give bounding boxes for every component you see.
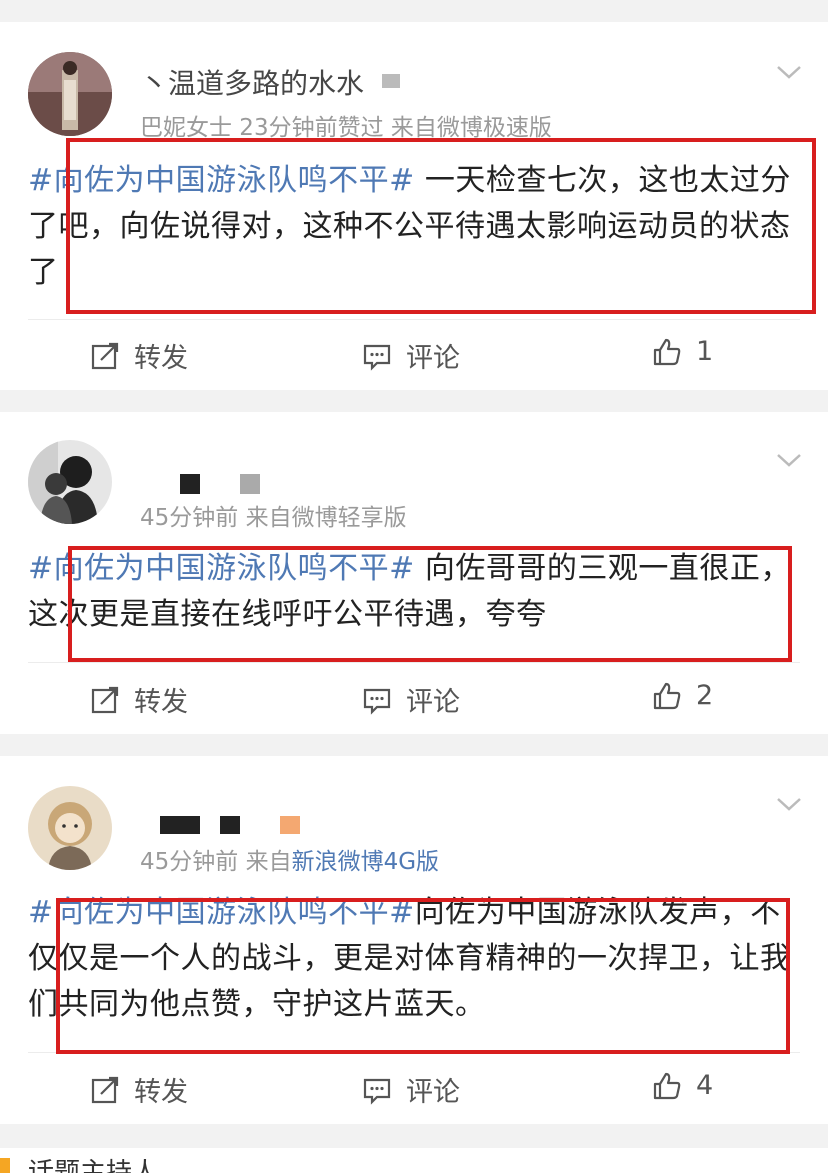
comment-icon (363, 344, 391, 371)
repost-button[interactable]: 转发 (90, 680, 188, 719)
comment-icon (363, 1078, 391, 1105)
hashtag-link[interactable]: #向佐为中国游泳队鸣不平# (28, 895, 415, 930)
like-button[interactable]: 2 (652, 680, 713, 711)
divider (28, 319, 800, 320)
comment-label: 评论 (406, 687, 460, 718)
repost-button[interactable]: 转发 (90, 336, 188, 375)
like-count: 4 (696, 1070, 714, 1101)
section-accent (0, 1158, 10, 1173)
comment-icon (363, 688, 391, 715)
avatar[interactable] (28, 786, 112, 870)
like-icon (653, 1072, 681, 1099)
hashtag-link[interactable]: #向佐为中国游泳队鸣不平# (28, 163, 415, 198)
username-redaction (160, 816, 200, 834)
comment-button[interactable]: 评论 (362, 1070, 460, 1109)
like-icon (653, 682, 681, 709)
like-count: 2 (696, 680, 714, 711)
username-redaction (280, 816, 300, 834)
post-meta: 45分钟前 来自微博轻享版 (140, 505, 407, 531)
post-text: #向佐为中国游泳队鸣不平#向佐为中国游泳队发声，不仅仅是一个人的战斗，更是对体育… (28, 890, 808, 1028)
username-redaction (382, 74, 400, 88)
username-redaction (240, 474, 260, 494)
hashtag-link[interactable]: #向佐为中国游泳队鸣不平# (28, 551, 415, 586)
chevron-down-icon[interactable] (776, 796, 802, 812)
repost-icon (91, 686, 119, 713)
like-icon (653, 338, 681, 365)
comment-button[interactable]: 评论 (362, 336, 460, 375)
like-button[interactable]: 1 (652, 336, 713, 367)
repost-button[interactable]: 转发 (90, 1070, 188, 1109)
repost-icon (91, 1076, 119, 1103)
post-text: #向佐为中国游泳队鸣不平# 一天检查七次，这也太过分了吧，向佐说得对，这种不公平… (28, 158, 808, 296)
divider (28, 1052, 800, 1053)
like-button[interactable]: 4 (652, 1070, 713, 1101)
next-section-header: 话题主持人 (0, 1148, 828, 1173)
post-card: 45分钟前 来自微博轻享版 #向佐为中国游泳队鸣不平# 向佐哥哥的三观一直很正，… (0, 412, 828, 734)
chevron-down-icon[interactable] (776, 452, 802, 468)
post-meta: 巴妮女士 23分钟前赞过 来自微博极速版 (140, 115, 552, 141)
post-meta: 45分钟前 来自新浪微博4G版 (140, 842, 439, 876)
section-title: 话题主持人 (28, 1158, 159, 1173)
comment-label: 评论 (406, 1077, 460, 1108)
comment-label: 评论 (406, 343, 460, 374)
divider (28, 662, 800, 663)
post-card: 45分钟前 来自新浪微博4G版 #向佐为中国游泳队鸣不平#向佐为中国游泳队发声，… (0, 756, 828, 1124)
repost-icon (91, 342, 119, 369)
chevron-down-icon[interactable] (776, 64, 802, 80)
username-redaction (180, 474, 200, 494)
post-text: #向佐为中国游泳队鸣不平# 向佐哥哥的三观一直很正，这次更是直接在线呼吁公平待遇… (28, 546, 808, 638)
avatar[interactable] (28, 440, 112, 524)
username[interactable]: 丶温道多路的水水 (140, 62, 364, 102)
post-meta-time: 45分钟前 来自 (140, 849, 292, 875)
like-count: 1 (696, 336, 714, 367)
post-card: 丶温道多路的水水 巴妮女士 23分钟前赞过 来自微博极速版 #向佐为中国游泳队鸣… (0, 22, 828, 390)
repost-label: 转发 (134, 343, 188, 374)
repost-label: 转发 (134, 1077, 188, 1108)
source-link[interactable]: 新浪微博4G版 (292, 849, 439, 875)
username-redaction (220, 816, 240, 834)
comment-button[interactable]: 评论 (362, 680, 460, 719)
repost-label: 转发 (134, 687, 188, 718)
avatar[interactable] (28, 52, 112, 136)
